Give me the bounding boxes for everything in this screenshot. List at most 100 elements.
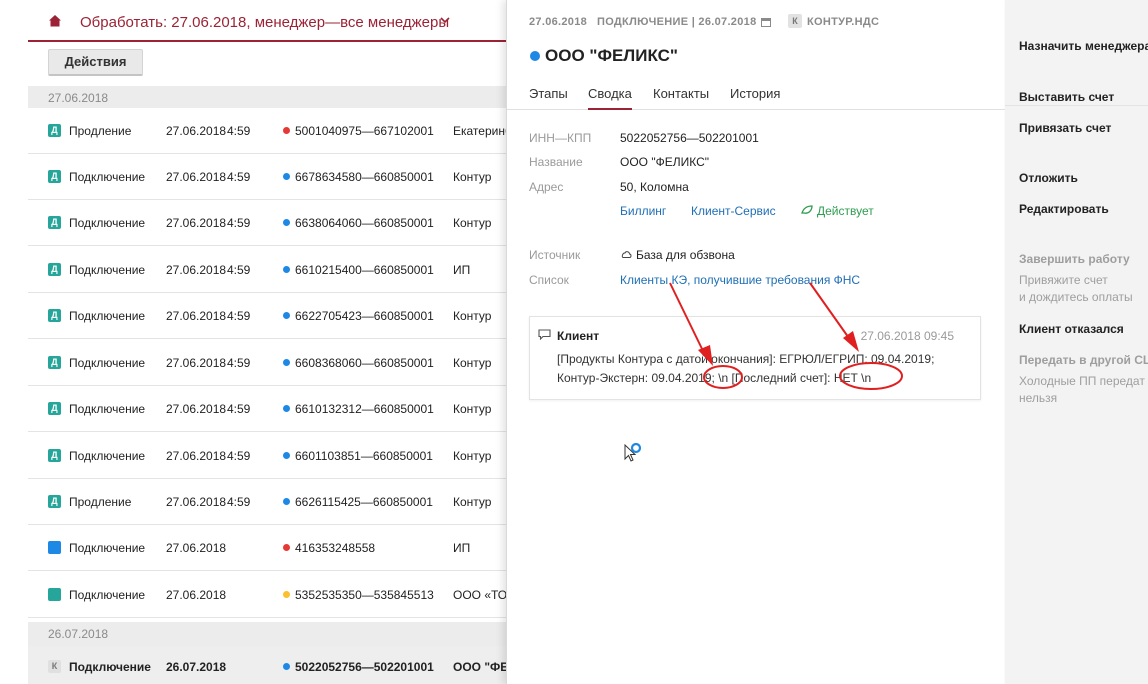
inn-kpp: 6622705423—660850001 xyxy=(295,309,434,323)
deal-date: 27.06.2018 xyxy=(166,495,227,509)
table-row[interactable]: Подключение 27.06.2018 416353248558 ИП xyxy=(28,525,506,571)
comment-line: Контур-Экстерн: 09.04.2019; \n [Последни… xyxy=(557,371,872,385)
deal-type-icon: Д xyxy=(48,216,61,229)
product-badge: К xyxy=(788,14,802,28)
address-label: Адрес xyxy=(529,180,564,194)
deal-type: Подключение xyxy=(69,263,146,277)
inn-kpp: 5022052756—502201001 xyxy=(295,660,434,674)
table-row[interactable]: Д Подключение 27.06.2018 4:59 6601103851—660… xyxy=(28,433,506,479)
org-name: ИП xyxy=(453,263,471,277)
deal-type-icon: Д xyxy=(48,170,61,183)
org-name: ООО «ТОР xyxy=(453,588,506,602)
tab-contacts[interactable]: Контакты xyxy=(653,86,709,110)
deal-type: Подключение xyxy=(69,356,146,370)
inn-kpp: 6610132312—660850001 xyxy=(295,402,434,416)
inn-kpp: 5001040975—667102001 xyxy=(295,124,434,138)
busy-cursor-icon xyxy=(624,443,642,462)
status-dot xyxy=(283,452,290,459)
status-dot xyxy=(283,266,290,273)
inn-kpp: 6601103851—660850001 xyxy=(295,449,433,463)
table-row[interactable]: Д Подключение 27.06.2018 4:59 6638064060—660… xyxy=(28,200,506,246)
deal-type-icon: Д xyxy=(48,263,61,276)
postpone-item[interactable]: Отложить xyxy=(1019,171,1078,185)
deal-type: Подключение xyxy=(69,402,146,416)
billing-link[interactable]: Биллинг xyxy=(620,204,666,218)
client-refused-item[interactable]: Клиент отказался xyxy=(1019,322,1124,336)
assign-manager-item[interactable]: Назначить менеджера xyxy=(1019,39,1148,53)
deal-type: Продление xyxy=(69,495,132,509)
comment-author: Клиент xyxy=(557,329,600,343)
deal-date: 27.06.2018 xyxy=(166,356,227,370)
deal-date: 27.06.2018 xyxy=(166,263,227,277)
comment-line: [Продукты Контура с датой окончания]: ЕГ… xyxy=(557,352,935,366)
deal-date: 27.06.2018 xyxy=(166,124,227,138)
deal-detail-card: 27.06.2018 ПОДКЛЮЧЕНИЕ | 26.07.2018 К КО… xyxy=(506,0,1005,684)
status-dot xyxy=(283,405,290,412)
client-title: ООО "ФЕЛИКС" xyxy=(545,46,678,65)
deal-time: 4:59 xyxy=(227,309,251,323)
actions-button[interactable]: Действия xyxy=(48,49,143,76)
org-name: ООО "ФЕ xyxy=(453,660,506,674)
table-row[interactable]: Д Подключение 27.06.2018 4:59 6610132312—660… xyxy=(28,386,506,432)
status-dot xyxy=(283,359,290,366)
leaf-icon xyxy=(801,205,813,214)
comment-date: 27.06.2018 09:45 xyxy=(860,329,954,343)
deal-date: 27.06.2018 xyxy=(166,541,227,555)
table-row[interactable]: Д Продление 27.06.2018 4:59 6626115425—66085… xyxy=(28,479,506,525)
comment-icon xyxy=(538,329,551,340)
table-row[interactable]: Д Подключение 27.06.2018 4:59 6610215400—660… xyxy=(28,247,506,293)
table-row[interactable]: К Подключение 26.07.2018 5022052756—5022010… xyxy=(28,644,506,684)
org-name: Контур xyxy=(453,356,492,370)
deal-date: 27.06.2018 xyxy=(166,449,227,463)
tab-history[interactable]: История xyxy=(730,86,780,110)
deal-type: Подключение xyxy=(69,541,146,555)
deal-date: 27.06.2018 xyxy=(166,309,227,323)
finish-hint: и дождитесь оплаты xyxy=(1019,290,1133,304)
deal-date: 27.06.2018 xyxy=(166,216,227,230)
deal-type-icon: Д xyxy=(48,495,61,508)
table-row[interactable]: Д Продление 27.06.2018 4:59 5001040975—66710… xyxy=(28,108,506,154)
deal-type: Продление xyxy=(69,124,132,138)
tab-stages[interactable]: Этапы xyxy=(529,86,568,110)
deal-type: Подключение xyxy=(69,449,146,463)
deal-time: 4:59 xyxy=(227,356,251,370)
address-value: 50, Коломна xyxy=(620,180,689,194)
status-dot xyxy=(283,663,290,670)
deal-type: Подключение xyxy=(69,660,151,674)
status-dot xyxy=(283,591,290,598)
status-dot xyxy=(283,498,290,505)
issue-invoice-item[interactable]: Выставить счет xyxy=(1019,90,1114,104)
active-status[interactable]: Действует xyxy=(817,204,874,218)
table-row[interactable]: Д Подключение 27.06.2018 4:59 6622705423—660… xyxy=(28,293,506,339)
table-row[interactable]: Подключение 27.06.2018 5352535350—53584551… xyxy=(28,572,506,618)
bind-invoice-item[interactable]: Привязать счет xyxy=(1019,121,1111,135)
calendar-icon[interactable] xyxy=(761,17,771,27)
status-dot xyxy=(283,219,290,226)
status-dot xyxy=(283,127,290,134)
org-name: Екатеринб xyxy=(453,124,506,138)
inn-kpp: 6678634580—660850001 xyxy=(295,170,434,184)
org-name: Контур xyxy=(453,495,492,509)
chevron-down-icon[interactable] xyxy=(439,14,451,26)
name-label: Название xyxy=(529,155,583,169)
table-row[interactable]: Д Подключение 27.06.2018 4:59 6678634580—660… xyxy=(28,154,506,200)
deal-type-icon: Д xyxy=(48,449,61,462)
tab-summary[interactable]: Сводка xyxy=(588,86,632,110)
org-name: Контур xyxy=(453,216,492,230)
card-tabs: Этапы Сводка Контакты История xyxy=(507,78,1005,110)
deal-date: 27.06.2018 xyxy=(166,588,227,602)
transfer-item: Передать в другой CL xyxy=(1019,353,1148,367)
finish-hint: Привяжите счет xyxy=(1019,273,1108,287)
filter-title[interactable]: Обработать: 27.06.2018, менеджер—все мен… xyxy=(80,14,449,31)
edit-item[interactable]: Редактировать xyxy=(1019,202,1109,216)
deal-type-icon: К xyxy=(48,660,61,673)
deal-type-icon xyxy=(48,541,61,554)
table-row[interactable]: Д Подключение 27.06.2018 4:59 6608368060—660… xyxy=(28,340,506,386)
deal-stage: ПОДКЛЮЧЕНИЕ | 26.07.2018 xyxy=(597,16,757,28)
org-name: Контур xyxy=(453,449,492,463)
deal-time: 4:59 xyxy=(227,124,251,138)
client-service-link[interactable]: Клиент-Сервис xyxy=(691,204,776,218)
home-icon[interactable] xyxy=(48,14,62,28)
client-list-link[interactable]: Клиенты КЭ, получившие требования ФНС xyxy=(620,273,860,287)
deal-time: 4:59 xyxy=(227,402,251,416)
